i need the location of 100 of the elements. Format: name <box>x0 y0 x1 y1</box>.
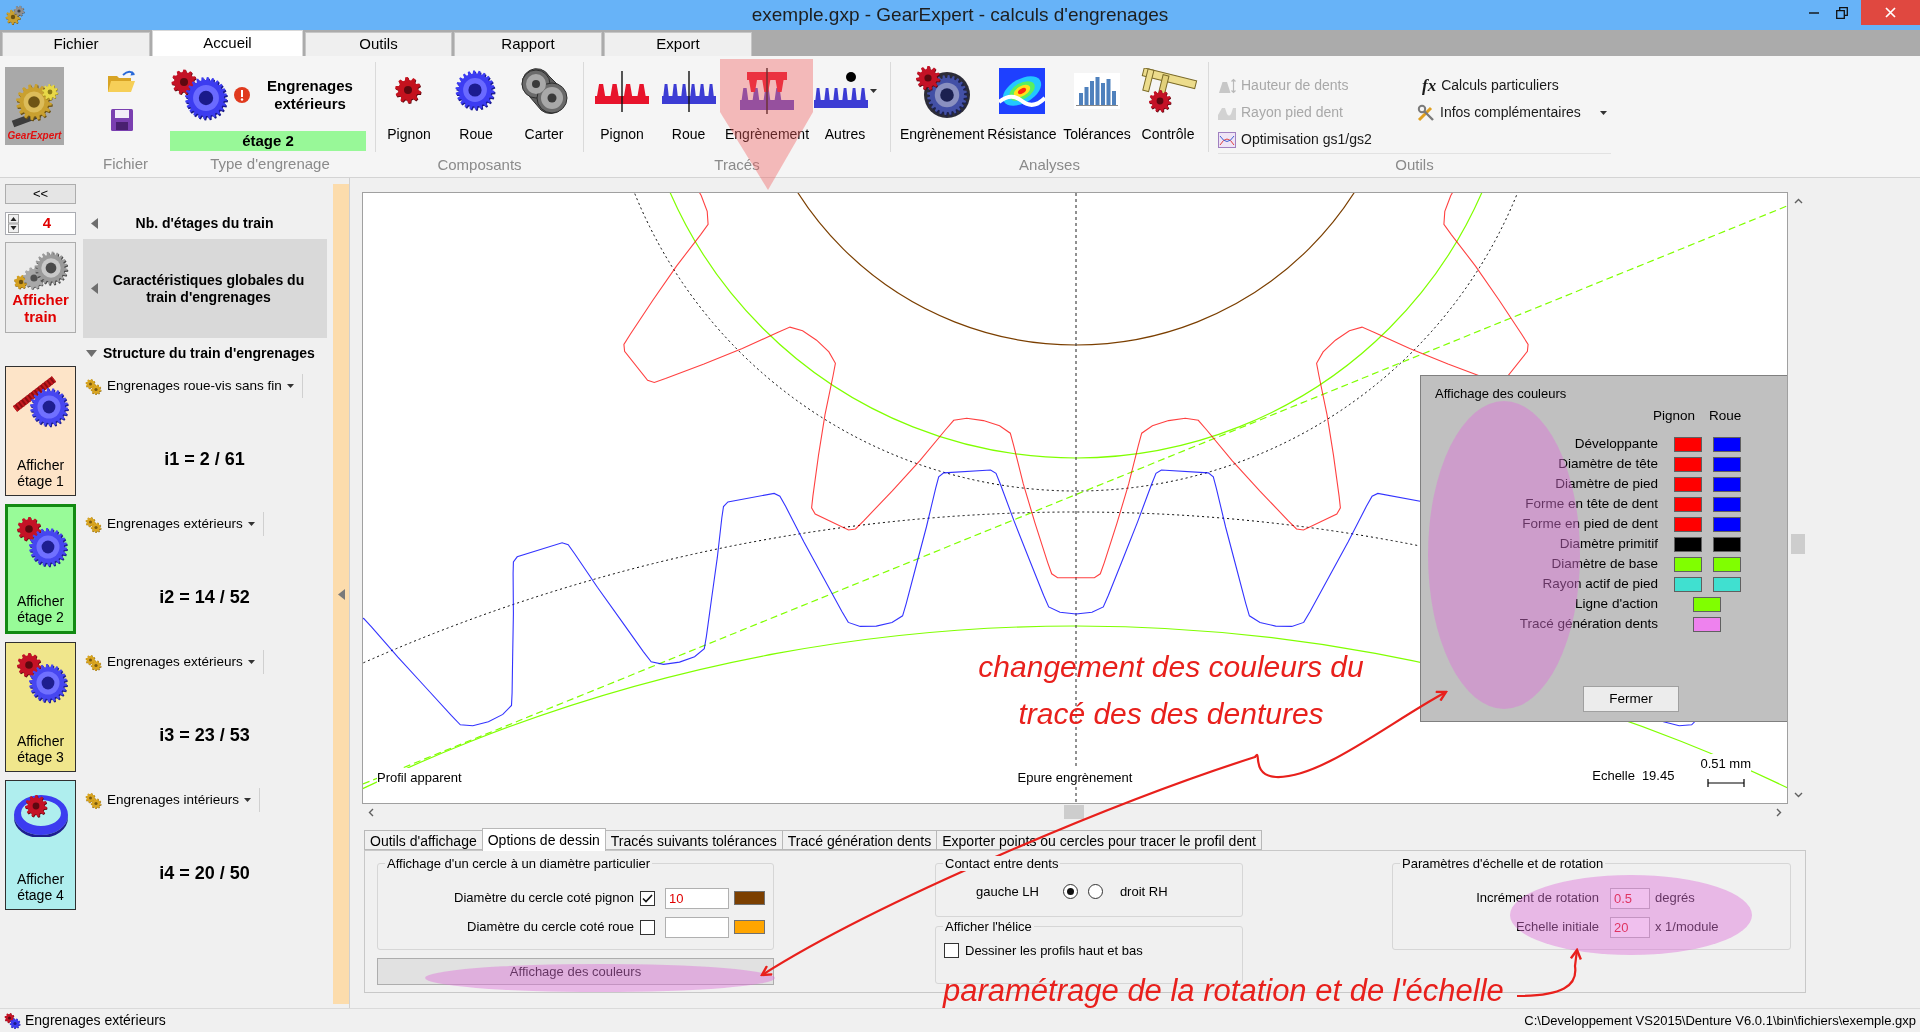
close-button[interactable] <box>1861 0 1920 25</box>
stage-button[interactable]: Afficher étage 1 <box>5 366 76 496</box>
color-row-label: Forme en pied de dent <box>1521 514 1658 533</box>
gears-icon <box>85 653 102 671</box>
color-row-label: Rayon actif de pied <box>1541 574 1658 593</box>
color-swatch[interactable] <box>1674 556 1702 572</box>
gear-type-dropdown[interactable]: Engrenages intérieurs <box>83 788 261 812</box>
color-swatch[interactable] <box>1674 496 1702 512</box>
group-title: Paramètres d'échelle et de rotation <box>1400 856 1606 871</box>
gear-type-dropdown[interactable]: Engrenages roue-vis sans fin <box>83 374 303 398</box>
color-swatch[interactable] <box>1713 436 1741 452</box>
radio-button[interactable] <box>1062 884 1078 900</box>
spin-arrows-icon <box>8 214 19 233</box>
gear-type-dropdown[interactable]: Engrenages extérieurs <box>83 650 264 674</box>
color-swatch[interactable] <box>1674 436 1702 452</box>
gear-icon <box>455 70 497 112</box>
app-icon <box>4 4 26 26</box>
scrollbar-thumb[interactable] <box>1791 534 1805 554</box>
tool-button[interactable]: Optimisation gs1/gs2 <box>1218 126 1417 153</box>
color-swatch[interactable] <box>1713 476 1741 492</box>
options-tab[interactable]: Options de dessin <box>481 828 606 851</box>
section-header[interactable]: Caractéristiques globales du train d'engrenages <box>83 239 327 338</box>
ribbon-button[interactable]: Contrôle <box>1137 56 1199 154</box>
panel-title: Affichage des couleurs <box>1435 386 1567 402</box>
color-swatch[interactable] <box>734 920 765 934</box>
menu-tab[interactable]: Rapport <box>454 32 602 56</box>
stage-count-spinner[interactable]: 4 <box>5 212 76 235</box>
color-swatch[interactable] <box>1713 516 1741 532</box>
options-tab[interactable]: Tracés suivants tolérances <box>604 830 783 850</box>
tool-button[interactable]: Infos complémentaires <box>1417 99 1607 126</box>
gears-icon <box>85 515 102 533</box>
color-swatch[interactable] <box>1713 536 1741 552</box>
color-swatch[interactable] <box>1713 456 1741 472</box>
color-swatch[interactable] <box>1674 576 1702 592</box>
annotation-text: changement des couleurs du tracé des des dentures <box>977 649 1365 732</box>
ribbon-button[interactable]: Roue <box>655 56 722 154</box>
menu-tab[interactable]: Accueil <box>152 30 303 56</box>
meshing-teeth-icon <box>739 68 795 114</box>
gear-type-dropdown[interactable]: Engrenages extérieurs <box>83 512 264 536</box>
column-header: Pignon <box>1653 408 1696 424</box>
color-row-label: Ligne d'action <box>1574 594 1658 613</box>
scroll-left-icon <box>368 807 374 817</box>
ribbon-button[interactable]: Tolérances <box>1057 56 1137 154</box>
restore-icon <box>1836 6 1848 19</box>
ribbon-button[interactable]: Résistance <box>987 56 1057 154</box>
ribbon-button[interactable]: Pignon <box>376 56 442 154</box>
section-header[interactable]: Structure du train d'engrenages <box>86 344 333 362</box>
radio-button[interactable] <box>1087 884 1103 900</box>
color-swatch[interactable] <box>1674 476 1702 492</box>
tool-button[interactable]: fx Calculs particuliers <box>1417 72 1609 99</box>
color-swatch[interactable] <box>1713 576 1741 592</box>
menu-tab[interactable]: Outils <box>305 32 452 56</box>
radio-label: gauche LH <box>976 883 1039 901</box>
checkbox[interactable] <box>944 943 959 959</box>
ribbon-button[interactable]: Engrènement <box>722 56 812 154</box>
color-row-label: Diamètre de tête <box>1557 454 1658 473</box>
diameter-input[interactable]: 10 <box>665 887 729 909</box>
caret-icon <box>247 660 255 664</box>
color-swatch[interactable] <box>1674 516 1702 532</box>
colors-button[interactable]: Affichage des couleurs <box>377 958 774 985</box>
open-folder-icon[interactable] <box>107 70 137 94</box>
checkbox[interactable] <box>640 890 655 906</box>
color-swatch[interactable] <box>1713 496 1741 512</box>
checkbox-label: Dessiner les profils haut et bas <box>965 942 1143 960</box>
stage-button[interactable]: Afficher étage 3 <box>5 642 76 772</box>
color-swatch[interactable] <box>1674 456 1702 472</box>
color-swatch[interactable] <box>1713 556 1741 572</box>
color-swatch[interactable] <box>1693 616 1721 632</box>
color-swatch[interactable] <box>1674 536 1702 552</box>
stage-ratio: i2 = 14 / 52 <box>159 586 250 609</box>
ribbon-button[interactable]: Pignon <box>589 56 655 154</box>
scale-value: 19.45 <box>1641 766 1675 785</box>
collapse-button[interactable]: << <box>5 184 76 204</box>
triangle-icon <box>337 588 345 600</box>
stage-button[interactable]: Afficher étage 4 <box>5 780 76 910</box>
minimize-icon <box>1809 11 1819 14</box>
checkbox[interactable] <box>640 919 655 935</box>
window-title: exemple.gxp - GearExpert - calculs d'engrenages <box>751 2 1169 27</box>
options-tab[interactable]: Outils d'affichage <box>364 830 483 850</box>
scrollbar-thumb[interactable] <box>1064 805 1084 819</box>
section-header[interactable]: Nb. d'étages du train <box>83 212 327 235</box>
function-symbol: fx <box>1422 76 1437 95</box>
menu-tab[interactable]: Export <box>604 32 752 56</box>
stage-button[interactable]: Afficher étage 2 <box>5 504 76 634</box>
ribbon-button[interactable]: Carter <box>510 56 578 154</box>
save-icon[interactable] <box>110 108 134 132</box>
group-label: Analyses <box>1019 155 1080 175</box>
diameter-input[interactable] <box>665 916 729 938</box>
show-train-button[interactable]: Afficher train <box>5 242 76 333</box>
ribbon-button[interactable]: Roue <box>442 56 510 154</box>
options-tab[interactable]: Tracé génération dents <box>781 830 938 850</box>
close-icon <box>1885 7 1896 18</box>
menu-tab[interactable]: Fichier <box>2 32 150 56</box>
ribbon-button[interactable]: Engrènement <box>897 56 987 154</box>
tools-icon <box>1417 103 1435 122</box>
close-panel-button[interactable]: Fermer <box>1583 686 1679 712</box>
annotation-text: paramétrage de la rotation et de l'échelle <box>943 974 1504 1008</box>
color-swatch[interactable] <box>734 891 765 905</box>
ribbon-button[interactable]: Autres <box>812 56 878 154</box>
color-swatch[interactable] <box>1693 596 1721 612</box>
